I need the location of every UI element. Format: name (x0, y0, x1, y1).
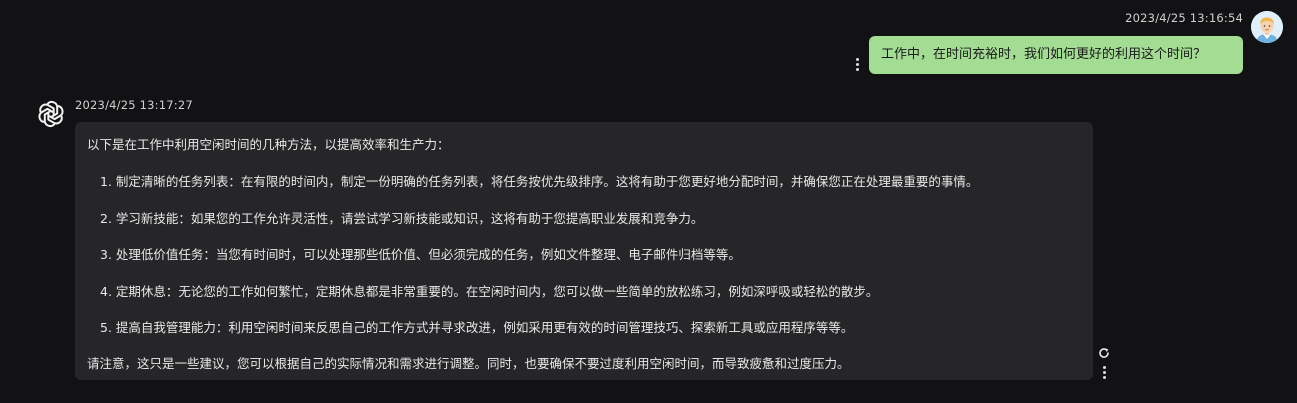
user-message-bubble: 工作中，在时间充裕时，我们如何更好的利用这个时间？ (869, 36, 1243, 74)
assistant-message-more-icon[interactable] (1098, 366, 1110, 382)
list-item: 5. 提高自我管理能力：利用空闲时间来反思自己的工作方式并寻求改进，例如采用更有… (100, 320, 854, 335)
user-message-more-icon[interactable] (851, 58, 863, 74)
user-message-text: 工作中，在时间充裕时，我们如何更好的利用这个时间？ (881, 47, 1207, 62)
assistant-intro-text: 以下是在工作中利用空闲时间的几种方法，以提高效率和生产力： (87, 137, 450, 152)
list-item: 3. 处理低价值任务：当您有时间时，可以处理那些低价值、但必须完成的任务，例如文… (100, 247, 741, 262)
openai-logo-icon (36, 99, 66, 129)
list-item: 1. 制定清晰的任务列表：在有限的时间内，制定一份明确的任务列表，将任务按优先级… (100, 174, 979, 189)
user-avatar-icon (1251, 11, 1283, 43)
chat-window: 2023/4/25 13:16:54 工作中，在时间充裕时，我们如何更好的利用这… (0, 0, 1297, 403)
user-message-timestamp: 2023/4/25 13:16:54 (1125, 11, 1243, 25)
assistant-message-timestamp: 2023/4/25 13:17:27 (75, 98, 193, 112)
assistant-message-bubble: 以下是在工作中利用空闲时间的几种方法，以提高效率和生产力： 1. 制定清晰的任务… (75, 122, 1093, 380)
list-item: 4. 定期休息：无论您的工作如何繁忙，定期休息都是非常重要的。在空闲时间内，您可… (100, 284, 879, 299)
refresh-icon[interactable] (1097, 345, 1111, 359)
list-item: 2. 学习新技能：如果您的工作允许灵活性，请尝试学习新技能或知识，这将有助于您提… (100, 211, 704, 226)
assistant-closing-text: 请注意，这只是一些建议，您可以根据自己的实际情况和需求进行调整。同时，也要确保不… (87, 356, 850, 371)
